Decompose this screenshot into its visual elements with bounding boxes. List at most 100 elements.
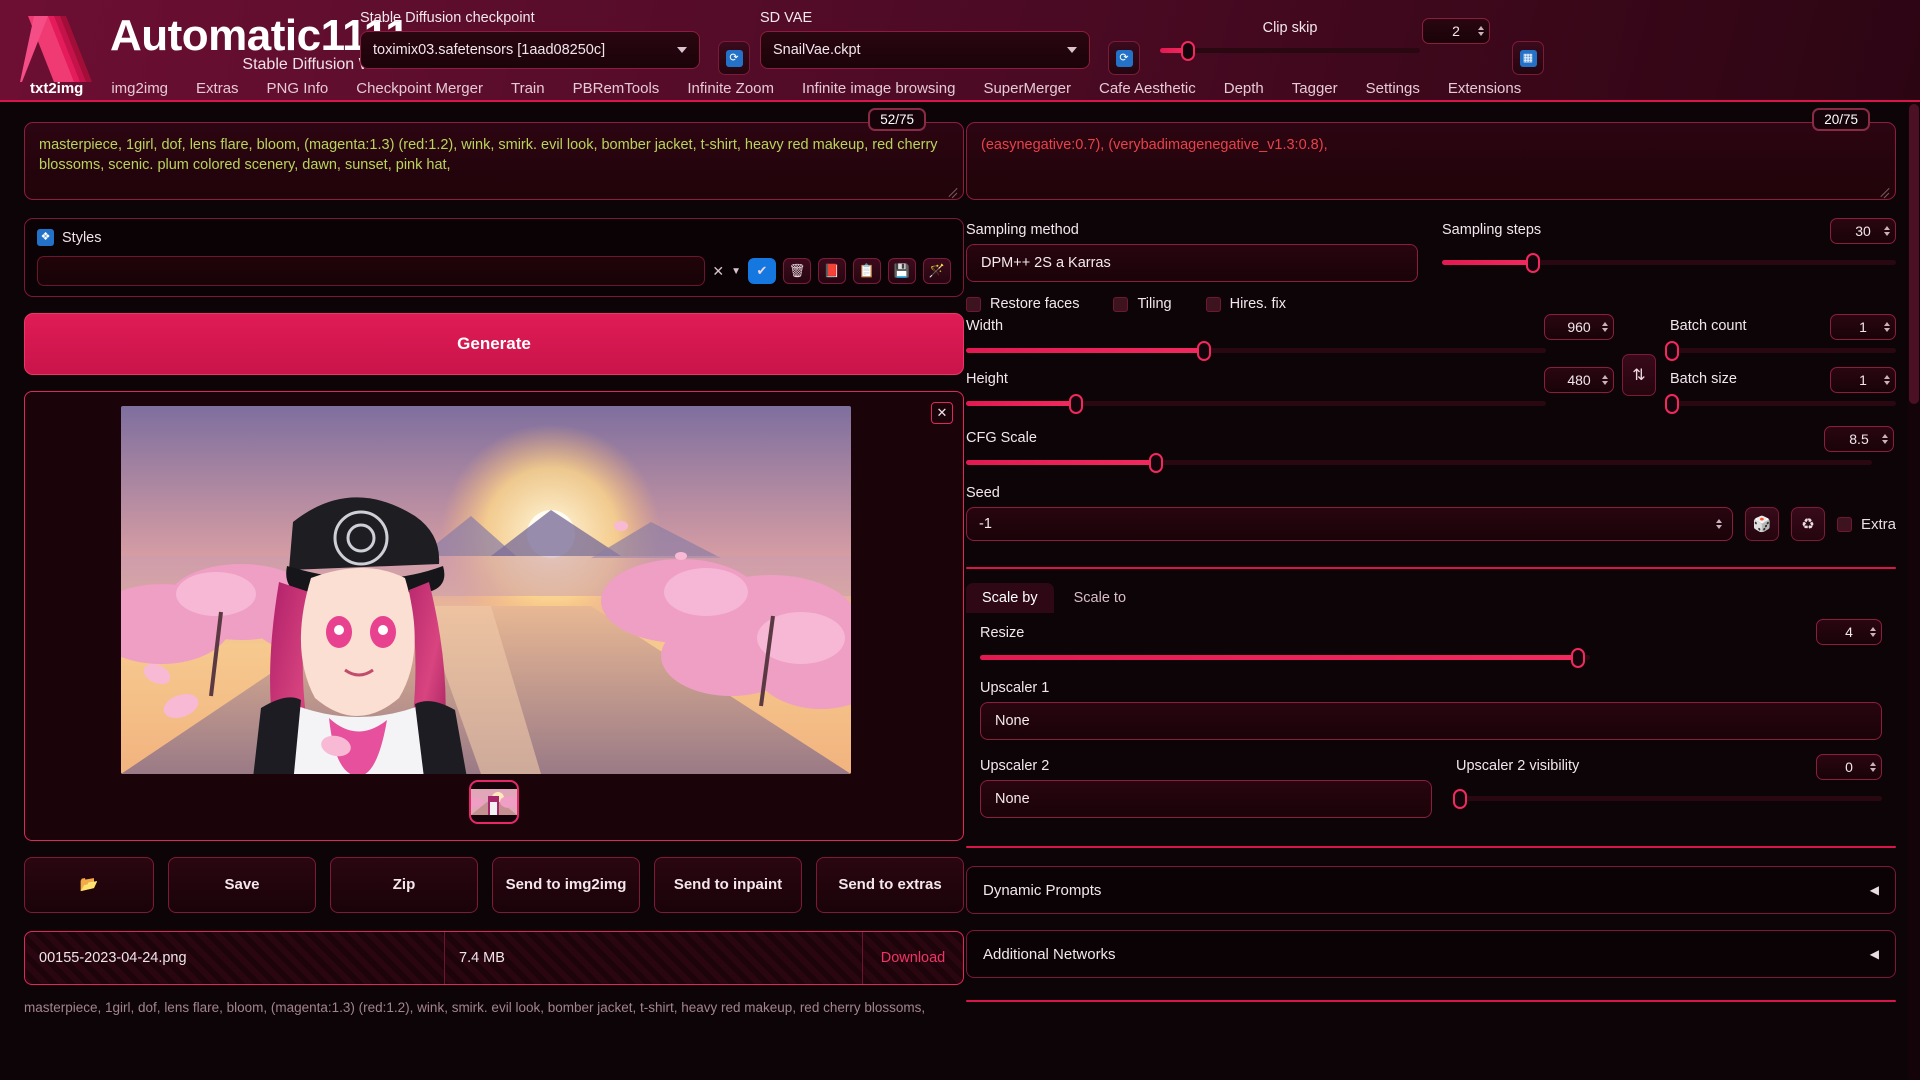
upscaler2-visibility-value[interactable]: 0 xyxy=(1816,754,1882,780)
chevron-down-icon[interactable]: ▼ xyxy=(731,266,741,277)
random-seed-button[interactable]: 🎲 xyxy=(1745,507,1779,541)
sampling-steps-value[interactable]: 30 xyxy=(1830,218,1896,244)
tab-scale-by[interactable]: Scale by xyxy=(966,583,1054,613)
tab-scale-to[interactable]: Scale to xyxy=(1058,583,1142,613)
page-scrollbar[interactable] xyxy=(1908,102,1920,1080)
sampling-method-select[interactable]: DPM++ 2S a Karras xyxy=(966,244,1418,282)
clip-skip-slider-knob[interactable] xyxy=(1181,41,1195,61)
tab-infinite-image-browsing[interactable]: Infinite image browsing xyxy=(788,78,969,100)
seed-input[interactable]: -1 xyxy=(966,507,1733,541)
width-slider[interactable] xyxy=(966,348,1546,353)
upscaler2-select[interactable]: None xyxy=(980,780,1432,818)
clear-styles-icon[interactable]: ✕ xyxy=(712,263,724,280)
batch-count-slider[interactable] xyxy=(1670,348,1896,353)
additional-networks-accordion[interactable]: Additional Networks ◀ xyxy=(966,930,1896,978)
stepper-icon[interactable] xyxy=(1478,26,1484,36)
send-to-img2img-button[interactable]: Send to img2img xyxy=(492,857,640,913)
stepper-icon[interactable] xyxy=(1882,434,1888,444)
checkbox-icon[interactable] xyxy=(1113,297,1128,312)
restore-faces-checkbox[interactable]: Restore faces xyxy=(966,296,1079,312)
tab-png-info[interactable]: PNG Info xyxy=(253,78,343,100)
hires-fix-checkbox[interactable]: Hires. fix xyxy=(1206,296,1286,312)
resize-value[interactable]: 4 xyxy=(1816,619,1882,645)
stepper-icon[interactable] xyxy=(1716,519,1722,529)
tab-txt2img[interactable]: txt2img xyxy=(16,78,97,100)
sampling-steps-slider-knob[interactable] xyxy=(1526,253,1540,273)
height-value[interactable]: 480 xyxy=(1544,367,1614,393)
save-button[interactable]: Save xyxy=(168,857,316,913)
batch-size-value[interactable]: 1 xyxy=(1830,367,1896,393)
tiling-checkbox[interactable]: Tiling xyxy=(1113,296,1171,312)
swap-dimensions-button[interactable]: ⇅ xyxy=(1622,354,1656,396)
upscaler2-visibility-slider[interactable] xyxy=(1456,796,1882,801)
stepper-icon[interactable] xyxy=(1602,322,1608,332)
stepper-icon[interactable] xyxy=(1884,226,1890,236)
dynamic-prompts-accordion[interactable]: Dynamic Prompts ◀ xyxy=(966,866,1896,914)
stepper-icon[interactable] xyxy=(1884,375,1890,385)
batch-size-slider-knob[interactable] xyxy=(1665,394,1679,414)
resize-grip-icon[interactable] xyxy=(947,184,959,196)
delete-style-button[interactable]: 🗑 xyxy=(783,258,811,284)
tab-extras[interactable]: Extras xyxy=(182,78,253,100)
tab-settings[interactable]: Settings xyxy=(1352,78,1434,100)
apply-style-checkbox-button[interactable]: ✔ xyxy=(748,258,776,284)
stepper-icon[interactable] xyxy=(1870,762,1876,772)
tab-extensions[interactable]: Extensions xyxy=(1434,78,1535,100)
cfg-scale-slider[interactable] xyxy=(966,460,1872,465)
negative-prompt-input[interactable]: (easynegative:0.7), (verybadimagenegativ… xyxy=(966,122,1896,200)
checkpoint-select[interactable]: toximix03.safetensors [1aad08250c] xyxy=(360,31,700,69)
styles-select[interactable] xyxy=(37,256,705,286)
apply-settings-button[interactable]: ▦ xyxy=(1512,41,1544,75)
open-folder-button[interactable]: 📂 xyxy=(24,857,154,913)
close-icon[interactable]: ✕ xyxy=(931,402,953,424)
stepper-icon[interactable] xyxy=(1884,322,1890,332)
scrollbar-thumb[interactable] xyxy=(1909,104,1919,404)
stepper-icon[interactable] xyxy=(1602,375,1608,385)
width-slider-knob[interactable] xyxy=(1197,341,1211,361)
checkbox-icon[interactable] xyxy=(1837,517,1852,532)
refresh-vae-button[interactable]: ⟳ xyxy=(1108,41,1140,75)
copy-style-button[interactable]: 📋 xyxy=(853,258,881,284)
send-to-inpaint-button[interactable]: Send to inpaint xyxy=(654,857,802,913)
download-link[interactable]: Download xyxy=(863,932,963,984)
tab-tagger[interactable]: Tagger xyxy=(1278,78,1352,100)
batch-count-slider-knob[interactable] xyxy=(1665,341,1679,361)
checkbox-icon[interactable] xyxy=(1206,297,1221,312)
save-style-button[interactable]: 💾 xyxy=(888,258,916,284)
width-value[interactable]: 960 xyxy=(1544,314,1614,340)
batch-count-value[interactable]: 1 xyxy=(1830,314,1896,340)
resize-slider-knob[interactable] xyxy=(1571,648,1585,668)
resize-slider[interactable] xyxy=(980,655,1590,660)
checkbox-icon[interactable] xyxy=(966,297,981,312)
reuse-seed-button[interactable]: ♻ xyxy=(1791,507,1825,541)
tab-train[interactable]: Train xyxy=(497,78,559,100)
gallery-thumbnail[interactable] xyxy=(469,780,519,824)
upscaler1-select[interactable]: None xyxy=(980,702,1882,740)
tab-img2img[interactable]: img2img xyxy=(97,78,182,100)
batch-size-slider[interactable] xyxy=(1670,401,1896,406)
tab-supermerger[interactable]: SuperMerger xyxy=(969,78,1085,100)
tab-pbremtools[interactable]: PBRemTools xyxy=(559,78,674,100)
tab-infinite-zoom[interactable]: Infinite Zoom xyxy=(673,78,788,100)
sampling-steps-slider[interactable] xyxy=(1442,260,1896,265)
generate-button[interactable]: Generate xyxy=(24,313,964,375)
clip-skip-slider[interactable] xyxy=(1160,48,1420,53)
upscaler2-visibility-slider-knob[interactable] xyxy=(1453,789,1467,809)
extra-seed-checkbox[interactable]: Extra xyxy=(1837,516,1896,541)
vae-select[interactable]: SnailVae.ckpt xyxy=(760,31,1090,69)
clip-skip-value[interactable]: 2 xyxy=(1422,18,1490,44)
resize-grip-icon[interactable] xyxy=(1879,184,1891,196)
generate-prompt-button[interactable]: 🪄 xyxy=(923,258,951,284)
height-slider[interactable] xyxy=(966,401,1546,406)
tab-cafe-aesthetic[interactable]: Cafe Aesthetic xyxy=(1085,78,1210,100)
read-style-button[interactable]: 📕 xyxy=(818,258,846,284)
positive-prompt-input[interactable]: masterpiece, 1girl, dof, lens flare, blo… xyxy=(24,122,964,200)
tab-checkpoint-merger[interactable]: Checkpoint Merger xyxy=(342,78,497,100)
stepper-icon[interactable] xyxy=(1870,627,1876,637)
tab-depth[interactable]: Depth xyxy=(1210,78,1278,100)
height-slider-knob[interactable] xyxy=(1069,394,1083,414)
send-to-extras-button[interactable]: Send to extras xyxy=(816,857,964,913)
zip-button[interactable]: Zip xyxy=(330,857,478,913)
cfg-scale-value[interactable]: 8.5 xyxy=(1824,426,1894,452)
refresh-checkpoint-button[interactable]: ⟳ xyxy=(718,41,750,75)
